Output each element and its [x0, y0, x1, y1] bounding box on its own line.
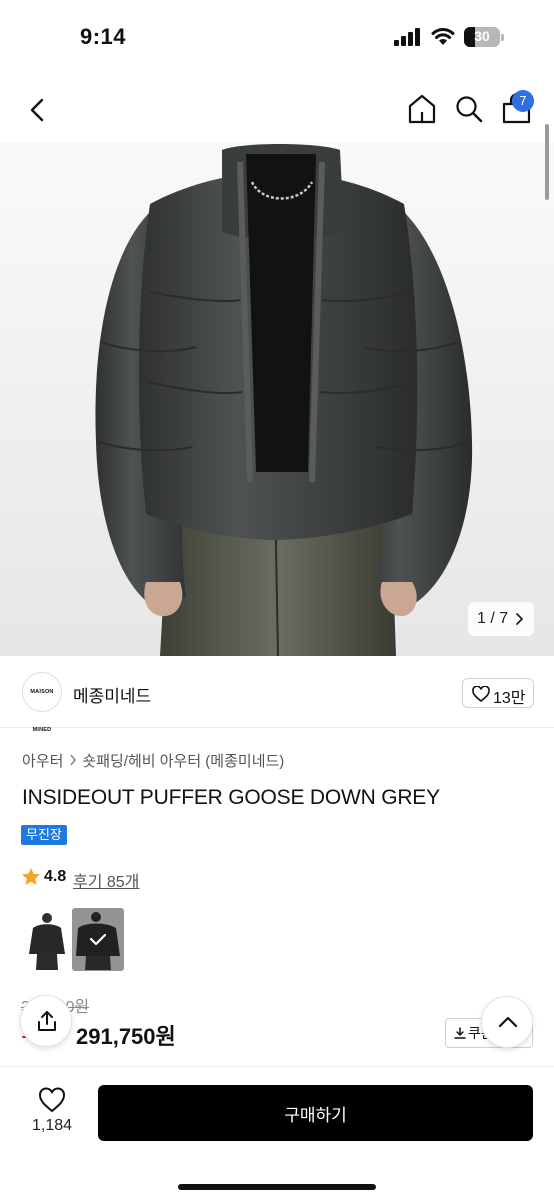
review-count-link[interactable]: 후기 85개: [73, 868, 139, 892]
cart-count-badge: 7: [512, 90, 534, 112]
product-title: INSIDEOUT PUFFER GOOSE DOWN GREY: [22, 786, 440, 809]
color-option-thumbnail: [21, 908, 73, 971]
status-time: 9:14: [80, 24, 127, 49]
battery-level: 30: [474, 28, 490, 44]
product-image-carousel[interactable]: [0, 142, 554, 656]
store-tag: 무진장: [21, 825, 67, 845]
rating-value: 4.8: [44, 868, 67, 885]
breadcrumb-category[interactable]: 아우터: [22, 753, 63, 770]
bottom-action-bar: 1,184 구매하기: [0, 1066, 554, 1200]
product-photo: [0, 142, 554, 656]
wishlist-count: 1,184: [31, 1117, 73, 1134]
star-icon: [22, 868, 40, 885]
buy-button[interactable]: 구매하기: [98, 1085, 533, 1141]
cellular-signal-icon: [394, 28, 420, 46]
top-nav-bar: [0, 78, 554, 142]
search-icon[interactable]: [454, 94, 484, 124]
brand-like-button[interactable]: 13만: [462, 678, 534, 708]
share-button[interactable]: [20, 995, 72, 1047]
back-icon[interactable]: [24, 94, 52, 126]
home-indicator: [178, 1184, 376, 1190]
scroll-to-top-button[interactable]: [481, 996, 533, 1048]
image-pager-text: 1 / 7: [477, 610, 509, 627]
scrollbar[interactable]: [545, 124, 549, 200]
share-icon: [38, 1011, 56, 1031]
status-bar: 9:14 30: [0, 0, 554, 78]
chevron-right-icon: [516, 613, 523, 625]
brand-name[interactable]: 메종미네드: [73, 682, 151, 707]
brand-row[interactable]: MAISON MINED 메종미네드 13만: [0, 656, 554, 733]
image-pager[interactable]: 1 / 7: [468, 602, 534, 636]
wishlist-button[interactable]: 1,184: [24, 1085, 80, 1141]
battery-icon: 30: [464, 27, 504, 47]
sale-price: 291,750원: [76, 1024, 176, 1049]
color-option-thumbnail: [72, 908, 124, 971]
chevron-right-icon: [70, 754, 77, 766]
breadcrumb-subcategory[interactable]: 숏패딩/헤비 아우터 (메종미네드): [82, 753, 284, 770]
brand-logo[interactable]: MAISON MINED: [22, 672, 62, 733]
chevron-up-icon: [498, 1016, 518, 1028]
home-icon[interactable]: [406, 92, 438, 126]
download-icon: [454, 1027, 466, 1039]
brand-like-count: 13만: [493, 690, 526, 707]
wifi-icon: [431, 28, 455, 45]
heart-icon: [472, 686, 490, 702]
breadcrumb: 아우터 숏패딩/헤비 아우터 (메종미네드): [22, 750, 284, 771]
color-option-1[interactable]: [21, 908, 73, 971]
heart-icon: [39, 1087, 65, 1112]
color-option-2-selected[interactable]: [72, 908, 124, 971]
